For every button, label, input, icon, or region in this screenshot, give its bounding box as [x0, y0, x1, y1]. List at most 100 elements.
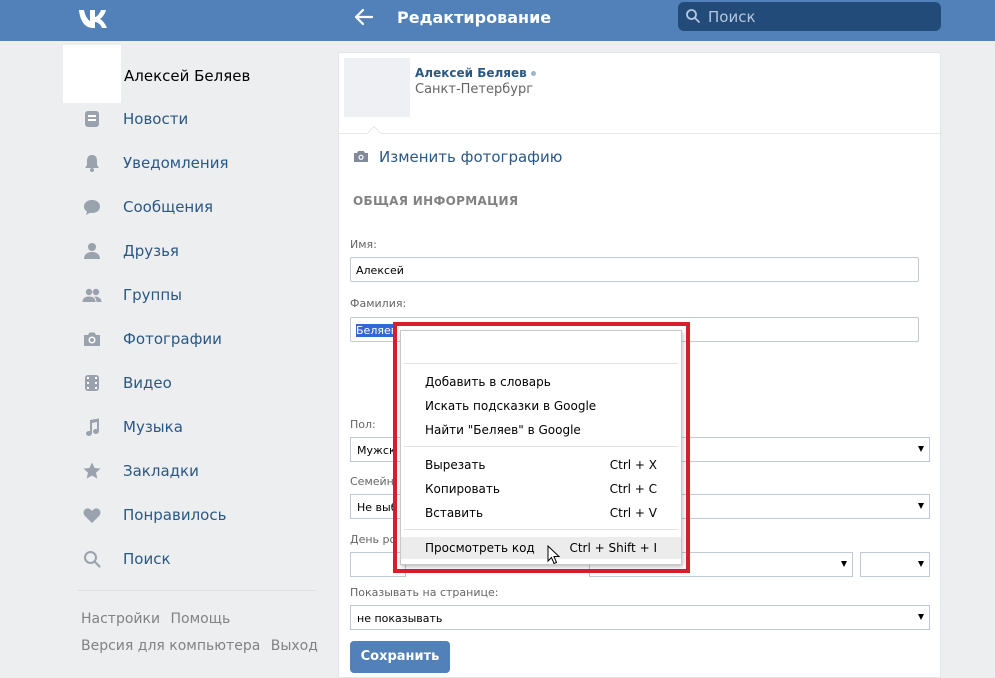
sidebar-item-label: Уведомления: [123, 154, 229, 172]
card-divider: [339, 133, 942, 134]
save-button[interactable]: Сохранить: [350, 641, 450, 673]
profile-avatar[interactable]: [344, 58, 410, 117]
settings-link[interactable]: Настройки: [81, 611, 160, 627]
sidebar-item-label: Закладки: [123, 462, 199, 480]
chevron-down-icon: [918, 561, 924, 567]
last-name-value-selected: Беляев: [356, 324, 398, 337]
page-title: Редактирование: [397, 8, 552, 27]
profile-name: Алексей Беляев: [124, 67, 251, 85]
avatar: [63, 45, 121, 103]
profile-card-name[interactable]: Алексей Беляев: [415, 66, 527, 80]
menu-item-label: Найти "Беляев" в Google: [425, 423, 581, 437]
sidebar-item-label: Понравилось: [123, 506, 227, 524]
sidebar-item-label: Фотографии: [123, 330, 222, 348]
context-menu: Добавить в словарь Искать подсказки в Go…: [400, 330, 682, 565]
sidebar-item-label: Музыка: [123, 418, 183, 436]
menu-item-paste[interactable]: Вставить Ctrl + V: [401, 502, 681, 524]
first-name-input[interactable]: Алексей: [350, 257, 919, 282]
search-icon: [84, 551, 101, 568]
help-link[interactable]: Помощь: [171, 611, 231, 627]
gender-value: Мужск: [357, 444, 396, 457]
online-indicator: [530, 71, 536, 76]
sidebar-item-label: Видео: [123, 374, 172, 392]
show-on-page-label: Показывать на странице:: [350, 586, 499, 599]
menu-item-label: Добавить в словарь: [425, 375, 551, 389]
search-icon: [686, 9, 700, 23]
menu-item-label: Искать подсказки в Google: [425, 399, 597, 413]
birthday-year-select[interactable]: [860, 552, 930, 577]
sidebar-item-friends[interactable]: Друзья: [78, 229, 328, 273]
chevron-down-icon: [918, 503, 924, 509]
sidebar-profile[interactable]: Алексей Беляев: [63, 45, 323, 103]
sidebar-item-liked[interactable]: Понравилось: [78, 493, 328, 537]
birthday-label: День ро: [350, 533, 397, 546]
sidebar-footer: Настройки Помощь Версия для компьютера В…: [81, 606, 324, 660]
card-notch: [366, 125, 382, 141]
chevron-down-icon: [918, 614, 924, 620]
sidebar-item-music[interactable]: Музыка: [78, 405, 328, 449]
menu-item-search-google[interactable]: Найти "Беляев" в Google: [401, 419, 681, 441]
mouse-cursor-icon: [547, 545, 561, 565]
menu-item-label: Просмотреть код: [425, 541, 535, 555]
profile-card-name-row: Алексей Беляев: [415, 66, 536, 80]
show-on-page-value: не показывать: [357, 612, 443, 625]
menu-item-google-suggestions[interactable]: Искать подсказки в Google: [401, 395, 681, 417]
menu-item-inspect[interactable]: Просмотреть код Ctrl + Shift + I: [401, 537, 681, 559]
user-icon: [84, 243, 100, 259]
sidebar-divider: [78, 590, 316, 591]
first-name-value: Алексей: [356, 264, 404, 277]
menu-item-copy[interactable]: Копировать Ctrl + C: [401, 478, 681, 500]
chevron-down-icon: [918, 446, 924, 452]
menu-item-label: Вставить: [425, 506, 484, 520]
search-placeholder: Поиск: [708, 8, 756, 26]
bell-icon: [85, 155, 99, 172]
heart-icon: [83, 508, 101, 523]
top-bar: Редактирование Поиск: [0, 0, 995, 41]
sidebar-item-label: Сообщения: [123, 198, 214, 216]
gender-label: Пол:: [350, 418, 376, 431]
sidebar-item-label: Группы: [123, 286, 183, 304]
logout-link[interactable]: Выход: [271, 638, 318, 654]
desktop-version-link[interactable]: Версия для компьютера: [81, 638, 260, 654]
sidebar-item-search[interactable]: Поиск: [78, 537, 328, 581]
camera-icon: [354, 151, 368, 162]
sidebar-item-video[interactable]: Видео: [78, 361, 328, 405]
search-input[interactable]: Поиск: [678, 2, 941, 31]
profile-card-city: Санкт-Петербург: [415, 82, 534, 97]
relationship-value: Не выб: [357, 501, 398, 514]
menu-item-shortcut: Ctrl + C: [609, 482, 657, 496]
video-icon: [85, 375, 99, 391]
sidebar-item-label: Поиск: [123, 550, 171, 568]
group-icon: [82, 288, 102, 302]
section-title: ОБЩАЯ ИНФОРМАЦИЯ: [353, 194, 519, 208]
sidebar-nav: Новости Уведомления Сообщения Друзья Гру…: [78, 97, 328, 581]
sidebar-item-messages[interactable]: Сообщения: [78, 185, 328, 229]
menu-item-shortcut: Ctrl + X: [609, 458, 657, 472]
news-icon: [85, 111, 99, 127]
back-arrow-icon[interactable]: [352, 5, 374, 29]
menu-item-shortcut: Ctrl + V: [609, 506, 657, 520]
menu-item-add-to-dictionary[interactable]: Добавить в словарь: [401, 371, 681, 393]
sidebar-item-news[interactable]: Новости: [78, 97, 328, 141]
relationship-label: Семейн: [350, 475, 394, 488]
message-icon: [84, 200, 100, 215]
show-on-page-select[interactable]: не показывать: [350, 605, 930, 630]
sidebar-item-bookmarks[interactable]: Закладки: [78, 449, 328, 493]
vk-logo-icon[interactable]: [78, 6, 110, 30]
sidebar-item-groups[interactable]: Группы: [78, 273, 328, 317]
sidebar-item-notifications[interactable]: Уведомления: [78, 141, 328, 185]
last-name-label: Фамилия:: [350, 297, 407, 310]
menu-item-cut[interactable]: Вырезать Ctrl + X: [401, 454, 681, 476]
menu-separator: [404, 446, 678, 447]
change-photo-label: Изменить фотографию: [379, 148, 563, 166]
sidebar-item-label: Друзья: [123, 242, 179, 260]
camera-icon: [84, 332, 100, 346]
menu-separator: [404, 529, 678, 530]
music-note-icon: [86, 418, 99, 436]
star-icon: [83, 462, 101, 479]
sidebar-item-photos[interactable]: Фотографии: [78, 317, 328, 361]
first-name-label: Имя:: [350, 238, 377, 251]
menu-item-shortcut: Ctrl + Shift + I: [569, 541, 657, 555]
menu-item-label: Вырезать: [425, 458, 486, 472]
sidebar-item-label: Новости: [123, 110, 189, 128]
